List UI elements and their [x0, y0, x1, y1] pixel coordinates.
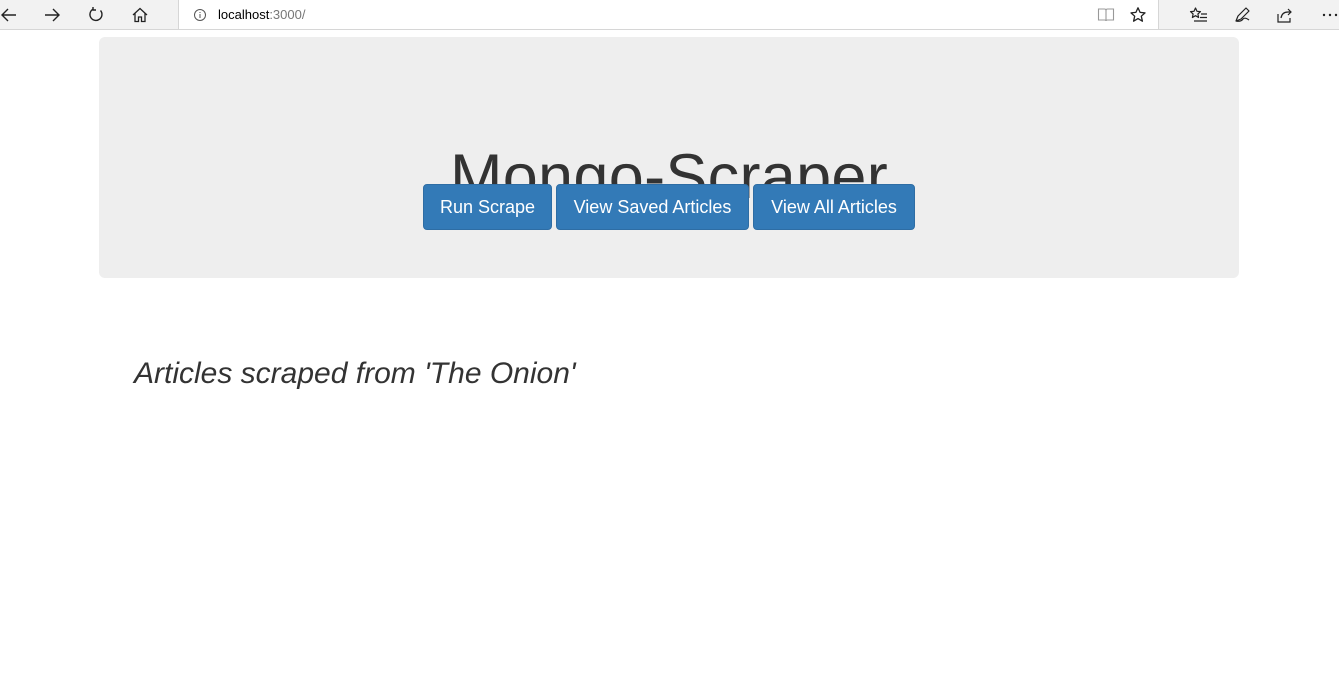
- favorites-list-icon: [1189, 7, 1207, 22]
- notes-button[interactable]: [1222, 0, 1262, 30]
- share-icon: [1277, 8, 1292, 23]
- url-text[interactable]: localhost:3000/: [218, 7, 305, 22]
- reading-view-icon: [1097, 8, 1115, 22]
- pen-icon: [1235, 7, 1250, 22]
- address-bar[interactable]: localhost:3000/: [178, 0, 1159, 30]
- favorites-hub-button[interactable]: [1179, 0, 1219, 30]
- more-button[interactable]: [1310, 0, 1339, 30]
- forward-button[interactable]: [32, 0, 72, 30]
- header-button-group: Run Scrape View Saved Articles View All Ar…: [423, 184, 915, 230]
- reading-view-button[interactable]: [1095, 5, 1117, 25]
- share-button[interactable]: [1265, 0, 1305, 30]
- url-host: localhost: [218, 7, 270, 22]
- articles-subheading: Articles scraped from 'The Onion': [134, 357, 576, 390]
- view-saved-articles-button[interactable]: View Saved Articles: [556, 184, 749, 230]
- browser-toolbar: localhost:3000/: [0, 0, 1339, 30]
- info-icon[interactable]: [193, 8, 207, 27]
- forward-arrow-icon: [45, 8, 60, 22]
- jumbotron-header: Mongo-Scraper: [99, 37, 1239, 278]
- refresh-icon: [89, 7, 103, 22]
- run-scrape-button[interactable]: Run Scrape: [423, 184, 552, 230]
- favorite-button[interactable]: [1127, 5, 1149, 25]
- url-port-path: :3000/: [269, 7, 306, 22]
- back-arrow-icon: [1, 8, 16, 22]
- home-button[interactable]: [120, 0, 160, 30]
- more-dots-icon: [1322, 13, 1338, 17]
- view-all-articles-button[interactable]: View All Articles: [753, 184, 915, 230]
- refresh-button[interactable]: [76, 0, 116, 30]
- home-icon: [132, 7, 148, 23]
- star-icon: [1130, 7, 1146, 22]
- back-button[interactable]: [0, 0, 29, 30]
